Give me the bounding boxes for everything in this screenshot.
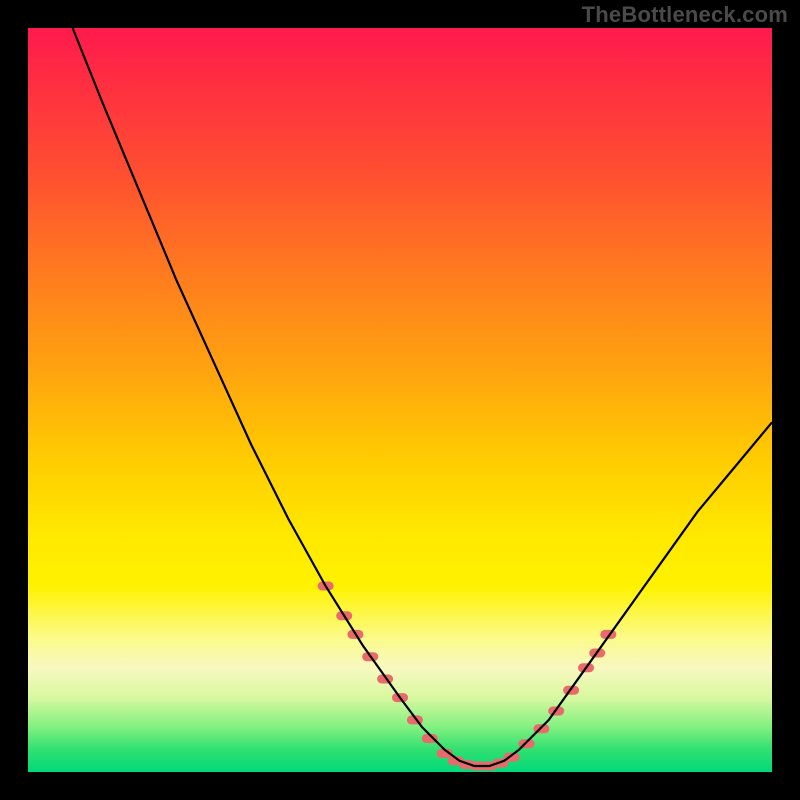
watermark-text: TheBottleneck.com <box>582 2 788 28</box>
marker-layer <box>318 582 617 771</box>
chart-frame: TheBottleneck.com <box>0 0 800 800</box>
bottleneck-curve <box>73 28 772 766</box>
plot-area <box>28 28 772 772</box>
chart-svg <box>28 28 772 772</box>
